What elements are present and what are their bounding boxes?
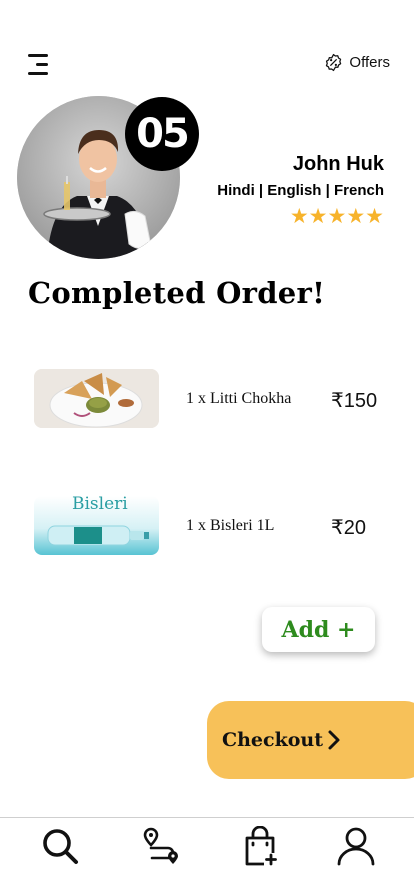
order-item-price: ₹20	[331, 517, 366, 539]
chevron-right-icon	[328, 730, 340, 750]
driver-languages: Hindi | English | French	[217, 182, 384, 199]
page-title: Completed Order!	[28, 276, 326, 310]
bisleri-logo-text: Bisleri	[72, 496, 128, 514]
percent-badge-icon	[326, 53, 342, 72]
order-item-name: 1 x Litti Chokha	[186, 390, 292, 407]
nav-route[interactable]	[142, 826, 182, 866]
shopping-bag-add-icon	[245, 825, 278, 866]
nav-search[interactable]	[40, 826, 80, 866]
order-item-price: ₹150	[331, 390, 378, 412]
order-item-name: 1 x Bisleri 1L	[186, 517, 275, 534]
driver-name: John Huk	[292, 153, 384, 175]
bottom-navigation	[0, 817, 414, 896]
offers-button[interactable]: Offers	[324, 53, 390, 72]
menu-button[interactable]	[26, 53, 50, 77]
search-icon	[43, 829, 78, 864]
offers-label: Offers	[349, 54, 390, 71]
checkout-label: Checkout	[222, 729, 324, 751]
menu-line	[36, 63, 48, 66]
bisleri-image: Bisleri	[34, 496, 159, 555]
menu-line	[28, 72, 48, 75]
driver-rating: ★★★★★	[289, 204, 384, 228]
nav-profile[interactable]	[336, 826, 376, 866]
user-icon	[337, 827, 375, 866]
order-number-badge: 05	[125, 97, 199, 171]
menu-line	[28, 54, 48, 57]
add-item-button[interactable]: Add +	[262, 607, 375, 652]
nav-cart[interactable]	[242, 825, 282, 866]
route-icon	[143, 827, 178, 864]
checkout-button[interactable]: Checkout	[207, 701, 414, 779]
litti-chokha-image	[34, 369, 159, 428]
